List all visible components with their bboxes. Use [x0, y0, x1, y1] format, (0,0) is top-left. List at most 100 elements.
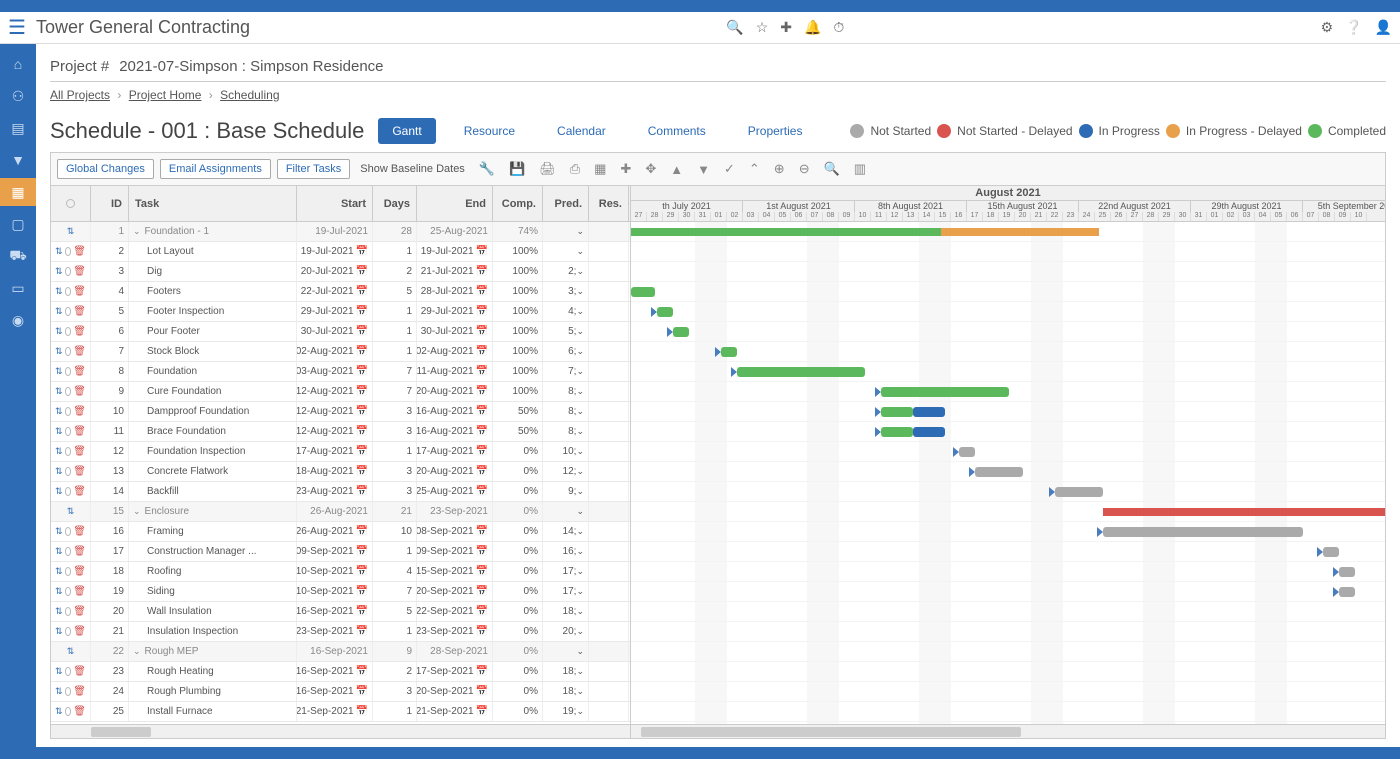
reorder-icon[interactable]: ⇅	[55, 386, 63, 397]
task-name[interactable]: Dampproof Foundation	[129, 402, 297, 421]
task-comp[interactable]: 0%	[493, 702, 543, 721]
timer-icon[interactable]: ⏱	[833, 19, 844, 36]
trash-icon[interactable]: 🗑	[73, 326, 86, 337]
chevron-down-icon[interactable]: ⌄	[576, 706, 584, 717]
task-end[interactable]: 11-Aug-2021📅	[417, 362, 493, 381]
task-comp[interactable]: 0%	[493, 542, 543, 561]
task-days[interactable]: 7	[373, 582, 417, 601]
breadcrumb-all[interactable]: All Projects	[50, 88, 110, 102]
task-res[interactable]	[589, 622, 629, 641]
task-name[interactable]: Pour Footer	[129, 322, 297, 341]
task-start[interactable]: 09-Sep-2021📅	[297, 542, 373, 561]
sidebar-globe-icon[interactable]: ◉	[0, 306, 36, 334]
reorder-icon[interactable]: ⇅	[55, 546, 63, 557]
gantt-bar[interactable]	[975, 467, 1023, 477]
task-end[interactable]: 20-Aug-2021📅	[417, 462, 493, 481]
pdf-icon[interactable]: ⎙	[566, 161, 584, 177]
task-comp[interactable]: 0%	[493, 602, 543, 621]
up-icon[interactable]: ▲	[666, 162, 687, 177]
task-name[interactable]: ⌄Rough MEP	[129, 642, 297, 661]
chevron-down-icon[interactable]: ⌄	[576, 306, 584, 317]
task-name[interactable]: Dig	[129, 262, 297, 281]
calendar-icon[interactable]: 📅	[356, 546, 368, 557]
task-res[interactable]	[589, 582, 629, 601]
chevron-down-icon[interactable]: ⌄	[576, 526, 584, 537]
task-start[interactable]: 10-Sep-2021📅	[297, 562, 373, 581]
menu-icon[interactable]: ☰	[8, 15, 26, 40]
task-row[interactable]: ⇅🗑21Insulation Inspection23-Sep-2021📅123…	[51, 622, 630, 642]
task-days[interactable]: 3	[373, 402, 417, 421]
task-res[interactable]	[589, 382, 629, 401]
task-res[interactable]	[589, 442, 629, 461]
calendar-icon[interactable]: 📅	[476, 686, 488, 697]
task-comp[interactable]: 100%	[493, 382, 543, 401]
task-res[interactable]	[589, 342, 629, 361]
reorder-icon[interactable]: ⇅	[55, 626, 63, 637]
task-res[interactable]	[589, 682, 629, 701]
task-name[interactable]: Cure Foundation	[129, 382, 297, 401]
task-pred[interactable]: 9;⌄	[543, 482, 589, 501]
task-pred[interactable]: 3;⌄	[543, 282, 589, 301]
task-start[interactable]: 12-Aug-2021📅	[297, 382, 373, 401]
task-comp[interactable]: 50%	[493, 402, 543, 421]
task-res[interactable]	[589, 402, 629, 421]
sidebar-filter-icon[interactable]: ▼	[0, 146, 36, 174]
task-comp[interactable]: 100%	[493, 282, 543, 301]
task-name[interactable]: Rough Plumbing	[129, 682, 297, 701]
task-res[interactable]	[589, 662, 629, 681]
task-end[interactable]: 30-Jul-2021📅	[417, 322, 493, 341]
reorder-icon[interactable]: ⇅	[67, 646, 75, 657]
task-comp[interactable]: 0%	[493, 522, 543, 541]
task-comp[interactable]: 100%	[493, 262, 543, 281]
reorder-icon[interactable]: ⇅	[55, 526, 63, 537]
task-res[interactable]	[589, 602, 629, 621]
task-name[interactable]: ⌄Enclosure	[129, 502, 297, 521]
calendar-icon[interactable]: 📅	[356, 306, 368, 317]
task-res[interactable]	[589, 322, 629, 341]
select-radio[interactable]	[65, 467, 72, 476]
gantt-bar[interactable]	[1323, 547, 1339, 557]
task-row[interactable]: ⇅🗑9Cure Foundation12-Aug-2021📅720-Aug-20…	[51, 382, 630, 402]
search2-icon[interactable]: 🔍	[820, 161, 844, 177]
task-start[interactable]: 21-Sep-2021📅	[297, 702, 373, 721]
select-radio[interactable]	[65, 607, 72, 616]
col-checkbox[interactable]	[51, 186, 91, 221]
task-days[interactable]: 10	[373, 522, 417, 541]
task-pred[interactable]: 5;⌄	[543, 322, 589, 341]
calendar-icon[interactable]: 📅	[356, 526, 368, 537]
calendar-icon[interactable]: 📅	[476, 626, 488, 637]
task-comp[interactable]: 50%	[493, 422, 543, 441]
task-res[interactable]	[589, 302, 629, 321]
calendar-icon[interactable]: 📅	[476, 566, 488, 577]
collapse-icon[interactable]: ⌃	[745, 161, 764, 177]
calendar-icon[interactable]: 📅	[476, 606, 488, 617]
user-icon[interactable]: 👤	[1375, 19, 1392, 36]
calendar-icon[interactable]: 📅	[356, 666, 368, 677]
task-name[interactable]: Rough Heating	[129, 662, 297, 681]
gantt-bar[interactable]	[913, 407, 945, 417]
calendar-icon[interactable]: 📅	[356, 486, 368, 497]
task-end[interactable]: 25-Aug-2021	[417, 222, 493, 241]
task-start[interactable]: 10-Sep-2021📅	[297, 582, 373, 601]
select-radio[interactable]	[65, 287, 72, 296]
task-end[interactable]: 25-Aug-2021📅	[417, 482, 493, 501]
trash-icon[interactable]: 🗑	[73, 246, 86, 257]
task-pred[interactable]: 7;⌄	[543, 362, 589, 381]
select-radio[interactable]	[65, 407, 72, 416]
tab-resource[interactable]: Resource	[450, 118, 529, 144]
global-changes-button[interactable]: Global Changes	[57, 159, 154, 179]
search-icon[interactable]: 🔍	[726, 19, 743, 36]
task-row[interactable]: ⇅🗑25Install Furnace21-Sep-2021📅121-Sep-2…	[51, 702, 630, 722]
select-radio[interactable]	[65, 667, 72, 676]
task-res[interactable]	[589, 222, 629, 241]
reorder-icon[interactable]: ⇅	[67, 226, 75, 237]
task-pred[interactable]: 4;⌄	[543, 302, 589, 321]
reorder-icon[interactable]: ⇅	[55, 426, 63, 437]
grid-hscroll[interactable]	[51, 724, 630, 738]
chevron-down-icon[interactable]: ⌄	[576, 366, 584, 377]
reorder-icon[interactable]: ⇅	[55, 446, 63, 457]
calendar-icon[interactable]: 📅	[476, 706, 488, 717]
trash-icon[interactable]: 🗑	[73, 386, 86, 397]
chevron-down-icon[interactable]: ⌄	[576, 386, 584, 397]
chevron-down-icon[interactable]: ⌄	[576, 506, 584, 517]
